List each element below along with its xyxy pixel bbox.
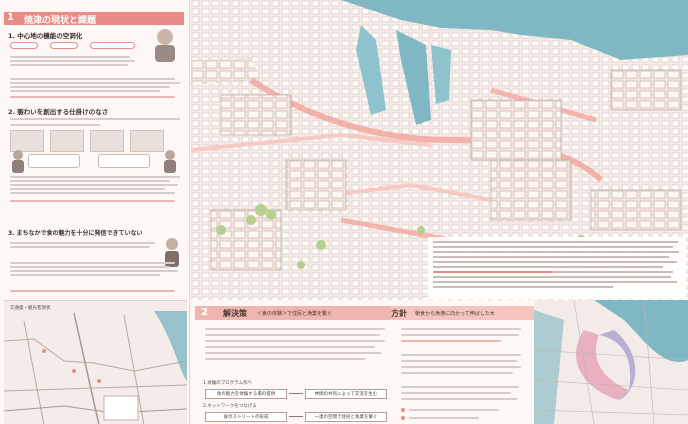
section-title: 解決策 [223,309,247,318]
speech-bubble [98,154,150,168]
legend-marker [401,408,405,412]
section-2-header: 2 解決策 ＜食の体験＞で住民と漁業を繋ぐ [195,306,405,320]
city-illustration [191,0,688,300]
program-item-1: 1.体験のプログラム作り [203,381,253,386]
issue-heading-3: 3. まちなかで食の魅力を十分に発信できていない [8,230,143,237]
program-box: 食のストリートの形成 [205,412,287,422]
photo [50,130,84,152]
arrow [289,393,303,394]
person-icon [12,150,24,173]
character-illustration [155,29,175,62]
diagram-pill [50,42,78,49]
map-graphic [533,299,688,424]
section-subtitle: ＜食の体験＞で住民と漁業を繋ぐ [257,311,333,317]
issue-heading-2: 2. 賑わいを創出する仕掛けのなさ [8,108,109,116]
program-box: 一連の空間で住民と漁業を繋ぐ [305,412,387,422]
diagram-pill [10,42,38,49]
person-icon [164,150,176,173]
speech-bubble [28,154,80,168]
section-number: 1 [7,12,14,23]
solution-section: 2 解決策 ＜食の体験＞で住民と漁業を繋ぐ 方針 朝食から漁港に向かって伸ばした… [191,299,688,424]
photo [130,130,164,152]
map-graphic [4,311,187,424]
section-1-header: 1 焼津の現状と課題 [4,12,184,26]
photo [90,130,124,152]
policy-header: 方針 朝食から漁港に向かって伸ばした木 [391,306,536,320]
legend-marker [401,416,405,420]
birds-eye-view [191,0,688,300]
policy-map [533,299,688,424]
issue-heading-1: 1. 中心地の機能の空洞化 [8,32,83,40]
diagram-pill [90,42,135,49]
section-title: 焼津の現状と課題 [24,16,97,26]
arrow [289,416,303,417]
section-number: 2 [201,307,208,318]
traffic-map: 交通量・観光客現状 [4,300,187,424]
policy-label: 方針 [391,309,407,318]
policy-text: 朝食から漁港に向かって伸ばした木 [415,311,495,317]
program-item-2: 2.ネットワークをつなげる [203,404,257,409]
program-box: 食の魅力を体験する場の提供 [205,389,287,399]
left-column: 1 焼津の現状と課題 1. 中心地の機能の空洞化 2. 賑わいを創出する仕掛けの… [0,0,190,424]
program-box: 仲間の共有によって交流を生む [305,389,387,399]
